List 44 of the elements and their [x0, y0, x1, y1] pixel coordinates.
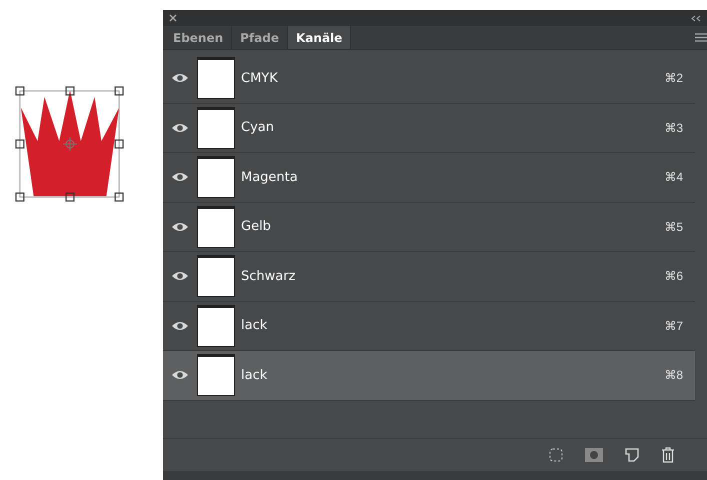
channel-row[interactable]: Magenta ⌘4	[163, 153, 695, 202]
channel-row[interactable]: lack ⌘8	[163, 351, 695, 400]
new-channel-icon[interactable]	[625, 448, 639, 462]
channel-name: Magenta	[241, 168, 299, 186]
shortcut-label: ⌘3	[664, 120, 683, 137]
trash-icon[interactable]	[661, 447, 675, 463]
shortcut-label: ⌘2	[664, 70, 683, 88]
channel-row[interactable]: Schwarz ⌘6	[163, 252, 695, 302]
menu-icon[interactable]	[695, 33, 707, 42]
eye-icon[interactable]	[172, 172, 188, 182]
channel-thumbnail	[197, 304, 235, 347]
collapse-icon[interactable]	[691, 14, 701, 22]
selection-icon[interactable]	[549, 448, 563, 462]
eye-icon[interactable]	[172, 222, 188, 232]
close-icon[interactable]	[169, 14, 177, 22]
channel-thumbnail	[197, 354, 235, 396]
channel-row[interactable]: lack ⌘7	[163, 302, 695, 351]
channel-thumbnail	[197, 106, 235, 149]
panel-tab[interactable]: Ebenen	[165, 26, 232, 49]
mask-icon[interactable]	[585, 448, 603, 462]
channel-thumbnail	[197, 156, 235, 198]
shortcut-label: ⌘8	[664, 367, 683, 384]
channel-thumbnail	[197, 255, 235, 298]
channel-name: lack	[241, 366, 268, 384]
eye-icon[interactable]	[172, 73, 188, 84]
channel-name: Schwarz	[241, 268, 296, 286]
channel-row[interactable]: Cyan ⌘3	[163, 104, 695, 153]
channel-name: Cyan	[241, 119, 275, 137]
eye-icon[interactable]	[172, 320, 188, 331]
channel-name: Gelb	[241, 218, 272, 236]
eye-icon[interactable]	[172, 271, 188, 282]
channel-thumbnail	[197, 57, 235, 100]
eye-icon[interactable]	[172, 370, 188, 380]
eye-icon[interactable]	[172, 122, 188, 133]
shortcut-label: ⌘5	[664, 218, 683, 236]
channel-row[interactable]: Gelb ⌘5	[163, 202, 695, 252]
channel-name: lack	[241, 317, 268, 335]
panel-tab[interactable]: Kanäle	[288, 26, 352, 49]
channel-thumbnail	[197, 206, 235, 248]
shortcut-label: ⌘6	[664, 268, 683, 286]
channel-row[interactable]: CMYK ⌘2	[163, 54, 695, 104]
shortcut-label: ⌘4	[664, 169, 683, 186]
shortcut-label: ⌘7	[664, 318, 683, 335]
channel-name: CMYK	[241, 70, 279, 88]
